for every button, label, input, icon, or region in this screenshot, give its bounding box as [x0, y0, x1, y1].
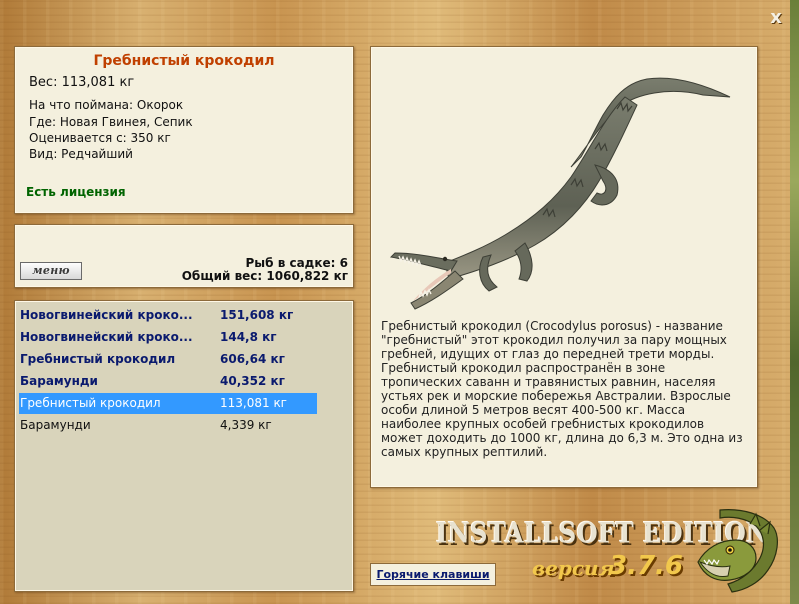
catch-list-item[interactable]: Гребнистый крокодил 606,64 кг: [19, 349, 317, 370]
catch-item-weight: 606,64 кг: [220, 352, 285, 366]
fish-location: Где: Новая Гвинея, Сепик: [29, 115, 193, 129]
menu-button[interactable]: меню: [20, 262, 82, 280]
catch-list-item[interactable]: Гребнистый крокодил 113,081 кг: [19, 393, 317, 414]
catch-item-name: Новогвинейский кроко...: [20, 308, 193, 322]
catch-item-name: Новогвинейский кроко...: [20, 330, 193, 344]
license-status: Есть лицензия: [26, 185, 126, 199]
catch-list-item[interactable]: Барамунди 40,352 кг: [19, 371, 317, 392]
catch-item-name: Барамунди: [20, 374, 98, 388]
pike-fish-logo: [697, 509, 778, 593]
cage-summary-panel: меню Рыб в садке: 6 Общий вес: 1060,822 …: [14, 224, 354, 288]
crocodile-image: [389, 77, 731, 310]
fish-info-panel: Гребнистый крокодил Вес: 113,081 кг На ч…: [14, 46, 354, 214]
catch-item-name: Гребнистый крокодил: [20, 396, 161, 410]
version-number: 3.7.6: [609, 551, 684, 581]
description-panel: Гребнистый крокодил (Crocodylus porosus)…: [370, 46, 758, 488]
catch-item-weight: 144,8 кг: [220, 330, 277, 344]
description-text: Гребнистый крокодил (Crocodylus porosus)…: [381, 319, 743, 459]
fish-bait: На что поймана: Окорок: [29, 98, 184, 112]
catch-list-item[interactable]: Новогвинейский кроко... 151,608 кг: [19, 305, 317, 326]
game-window: x Гребнистый крокодил Вес: 113,081 кг На…: [0, 0, 790, 604]
catch-item-name: Барамунди: [20, 418, 91, 432]
version-word: версия: [532, 556, 615, 580]
catch-item-weight: 113,081 кг: [220, 396, 287, 410]
fish-rarity: Вид: Редчайший: [29, 147, 133, 161]
total-weight: Общий вес: 1060,822 кг: [181, 269, 348, 283]
catch-list: Новогвинейский кроко... 151,608 кг Новогви…: [14, 300, 354, 592]
fish-title: Гребнистый крокодил: [93, 53, 275, 69]
catch-item-weight: 151,608 кг: [220, 308, 294, 322]
catch-list-item[interactable]: Новогвинейский кроко... 144,8 кг: [19, 327, 317, 348]
background-edge: [790, 0, 799, 604]
fish-count: Рыб в садке: 6: [245, 256, 349, 270]
close-icon[interactable]: x: [765, 8, 787, 28]
catch-item-weight: 4,339 кг: [220, 418, 272, 432]
catch-item-name: Гребнистый крокодил: [20, 352, 176, 366]
fish-weight: Вес: 113,081 кг: [29, 75, 135, 90]
hotkeys-button[interactable]: Горячие клавиши: [370, 563, 496, 586]
catch-item-weight: 40,352 кг: [220, 374, 285, 388]
fish-value: Оценивается с: 350 кг: [29, 131, 171, 145]
catch-list-item[interactable]: Барамунди 4,339 кг: [19, 415, 317, 436]
